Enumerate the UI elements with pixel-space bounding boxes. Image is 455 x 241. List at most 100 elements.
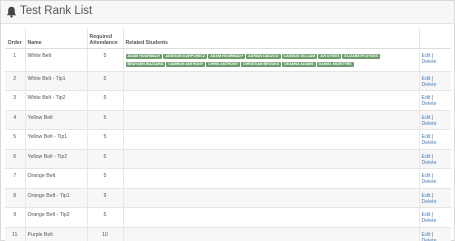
- student-badge[interactable]: ADAM HOURMADY: [125, 53, 163, 59]
- bell-icon: [6, 6, 17, 18]
- cell-attendance: 5: [87, 207, 124, 227]
- cell-order: 9: [5, 207, 26, 227]
- delete-link[interactable]: Delete: [422, 218, 437, 224]
- action-line: Delete: [422, 59, 450, 65]
- cell-students: [123, 168, 420, 188]
- delete-link[interactable]: Delete: [422, 160, 437, 166]
- table-row: 6 Yellow Belt - Tip2 5 Edit| Delete: [5, 148, 451, 169]
- cell-order: 8: [5, 187, 26, 208]
- cell-students: [123, 226, 420, 241]
- cell-students: [123, 90, 420, 110]
- table-row: 3 White Belt - Tip2 5 Edit| Delete: [5, 90, 451, 110]
- cell-actions: Edit| Delete: [419, 226, 451, 241]
- action-line: Delete: [422, 82, 450, 88]
- table-row: 1 White Belt 5 ADAM HOURMADY ADDISON KARPOWI…: [5, 47, 451, 71]
- cell-actions: Edit| Delete: [419, 70, 451, 91]
- cell-actions: Edit| Delete: [419, 148, 451, 169]
- table-row: 2 White Belt - Tip1 5 Edit| Delete: [5, 70, 451, 91]
- student-badge[interactable]: CAMRON ANTHONY: [166, 61, 206, 67]
- cell-students: [123, 70, 420, 91]
- cell-students: [123, 129, 420, 149]
- panel-header: Test Rank List: [1, 1, 454, 24]
- table-row: 5 Yellow Belt - Tip1 5 Edit| Delete: [5, 129, 451, 149]
- cell-name: Yellow Belt - Tip1: [25, 129, 88, 149]
- cell-attendance: 5: [87, 109, 124, 130]
- table-body: 1 White Belt 5 ADAM HOURMADY ADDISON KARPOWI…: [5, 47, 451, 241]
- cell-attendance: 5: [87, 47, 124, 71]
- student-badge[interactable]: CHRIS ANTHONY: [206, 61, 240, 67]
- cell-order: 7: [5, 168, 26, 188]
- cell-name: White Belt: [25, 47, 88, 71]
- action-line: Delete: [422, 238, 450, 241]
- cell-name: Yellow Belt - Tip2: [25, 148, 88, 169]
- table-row: 9 Orange Belt - Tip2 5 Edit| Delete: [5, 207, 451, 227]
- delete-link[interactable]: Delete: [422, 179, 437, 185]
- cell-order: 1: [5, 47, 26, 71]
- student-badge[interactable]: CASSIUS GILLIAM: [281, 53, 318, 59]
- student-badge[interactable]: DANIEL MCINTYRE: [316, 61, 354, 67]
- cell-students: [123, 207, 420, 227]
- cell-attendance: 5: [87, 148, 124, 169]
- column-header-name[interactable]: Name: [25, 28, 88, 49]
- table-row: 7 Orange Belt 5 Edit| Delete: [5, 168, 451, 188]
- action-line: Delete: [422, 179, 450, 185]
- delete-link[interactable]: Delete: [422, 121, 437, 127]
- delete-link[interactable]: Delete: [422, 59, 437, 65]
- cell-name: Purple Belt: [25, 226, 88, 241]
- column-header-attendance[interactable]: Required Attendance: [87, 28, 124, 49]
- cell-attendance: 9: [87, 187, 124, 208]
- delete-link[interactable]: Delete: [422, 82, 437, 88]
- cell-order: 5: [5, 129, 26, 149]
- column-header-students[interactable]: Related Students: [123, 28, 420, 49]
- column-header-actions: [419, 28, 451, 49]
- delete-link[interactable]: Delete: [422, 140, 437, 146]
- student-badge[interactable]: BRAYDEN BUZZARD: [125, 61, 166, 67]
- table-row: 4 Yellow Belt 5 Edit| Delete: [5, 109, 451, 130]
- cell-attendance: 5: [87, 90, 124, 110]
- cell-actions: Edit| Delete: [419, 168, 451, 188]
- cell-actions: Edit| Delete: [419, 90, 451, 110]
- panel: Test Rank List Order Name Required Atten…: [0, 0, 455, 241]
- cell-students: [123, 109, 420, 130]
- table-row: 8 Orange Belt - Tip1 9 Edit| Delete: [5, 187, 451, 208]
- rank-table: Order Name Required Attendance Related S…: [5, 28, 451, 241]
- delete-link[interactable]: Delete: [422, 199, 437, 205]
- cell-order: 11: [5, 226, 26, 241]
- action-line: Delete: [422, 218, 450, 224]
- student-badge[interactable]: AVI DYKES: [318, 53, 342, 59]
- cell-order: 3: [5, 90, 26, 110]
- cell-order: 4: [5, 109, 26, 130]
- cell-name: Yellow Belt: [25, 109, 88, 130]
- action-line: Delete: [422, 101, 450, 107]
- table-row: 11 Purple Belt 10 Edit| Delete: [5, 226, 451, 241]
- cell-actions: Edit| Delete: [419, 207, 451, 227]
- column-header-order[interactable]: Order: [5, 28, 26, 49]
- delete-link[interactable]: Delete: [422, 101, 437, 107]
- student-badge[interactable]: CHRISTIAN BROOKS: [240, 61, 282, 67]
- cell-students: [123, 187, 420, 208]
- cell-name: White Belt - Tip2: [25, 90, 88, 110]
- cell-students: [123, 148, 420, 169]
- student-badge[interactable]: DEANNA ADAMS: [282, 61, 316, 67]
- cell-actions: Edit| Delete: [419, 47, 451, 71]
- cell-name: Orange Belt: [25, 168, 88, 188]
- cell-attendance: 10: [87, 226, 124, 241]
- student-badge[interactable]: ADRIAN DADZCO: [246, 53, 281, 59]
- delete-link[interactable]: Delete: [422, 238, 437, 241]
- cell-name: Orange Belt - Tip1: [25, 187, 88, 208]
- student-badge[interactable]: ELIZABETH DYKES: [342, 53, 380, 59]
- student-badge[interactable]: ADAM HOURMADY: [208, 53, 246, 59]
- student-badge[interactable]: ADDISON KARPOWICZ: [163, 53, 208, 59]
- cell-students: ADAM HOURMADY ADDISON KARPOWICZ ADAM HOURM…: [123, 47, 420, 71]
- action-line: Delete: [422, 121, 450, 127]
- cell-actions: Edit| Delete: [419, 129, 451, 149]
- cell-actions: Edit| Delete: [419, 109, 451, 130]
- cell-attendance: 5: [87, 129, 124, 149]
- cell-actions: Edit| Delete: [419, 187, 451, 208]
- action-line: Delete: [422, 199, 450, 205]
- cell-name: Orange Belt - Tip2: [25, 207, 88, 227]
- table-header-row: Order Name Required Attendance Related S…: [5, 28, 451, 49]
- cell-name: White Belt - Tip1: [25, 70, 88, 91]
- action-line: Delete: [422, 140, 450, 146]
- page-title: Test Rank List: [20, 5, 93, 17]
